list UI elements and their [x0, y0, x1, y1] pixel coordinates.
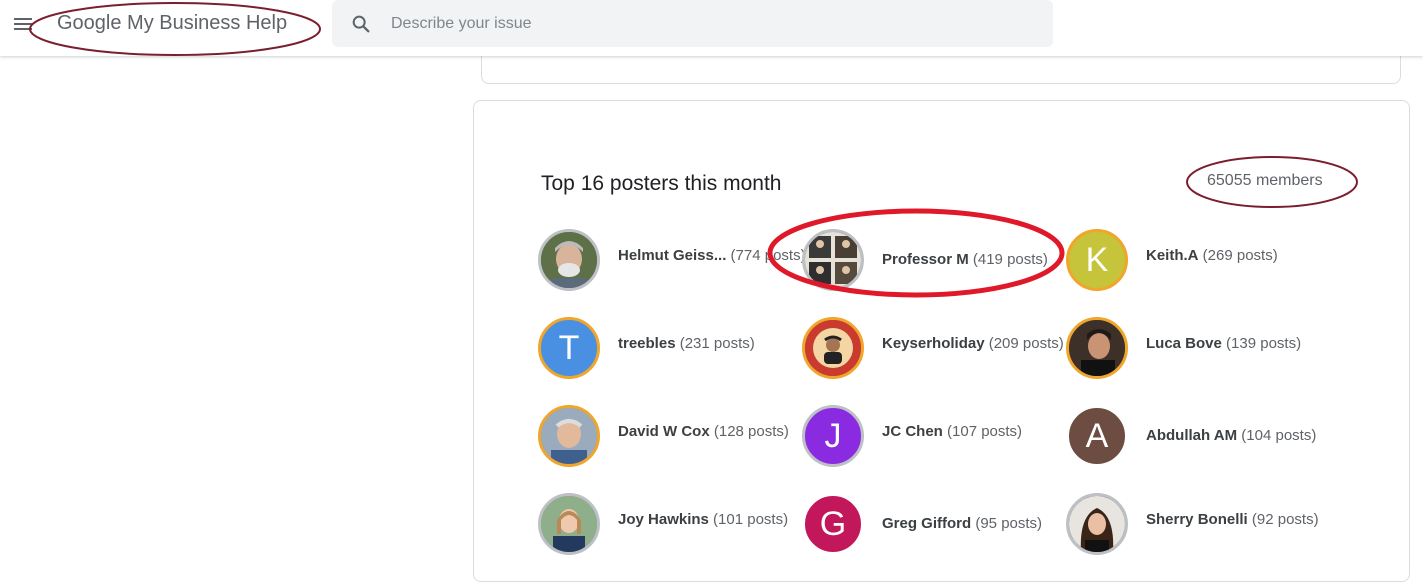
search-input[interactable]: [389, 11, 1033, 37]
poster-name[interactable]: Keith.A: [1146, 247, 1199, 264]
avatar-initial: A: [1085, 416, 1109, 455]
avatar: [538, 229, 600, 291]
poster-name[interactable]: Professor M: [882, 251, 969, 268]
avatar-initial: G: [819, 504, 847, 543]
hamburger-menu-icon[interactable]: [14, 15, 36, 35]
search-bar[interactable]: [332, 0, 1053, 47]
poster-post-count: (139 posts): [1226, 335, 1302, 352]
app-title[interactable]: Google My Business Help: [57, 12, 287, 35]
avatar: [1066, 317, 1128, 379]
poster-post-count: (209 posts): [988, 335, 1064, 352]
avatar: [802, 229, 864, 291]
avatar: [1066, 493, 1128, 555]
avatar: K: [1066, 229, 1128, 291]
poster-name[interactable]: Luca Bove: [1146, 335, 1222, 352]
poster-post-count: (231 posts): [679, 335, 755, 352]
poster-post-count: (104 posts): [1241, 427, 1317, 444]
poster-post-count: (107 posts): [947, 423, 1023, 440]
poster-post-count: (128 posts): [713, 423, 789, 440]
poster-post-count: (269 posts): [1202, 247, 1278, 264]
poster-name[interactable]: treebles: [618, 335, 676, 352]
top-posters-title: Top 16 posters this month: [541, 172, 782, 195]
poster-name[interactable]: Greg Gifford: [882, 515, 971, 532]
poster-item[interactable]: Professor M (419 posts): [802, 229, 1052, 291]
search-icon[interactable]: [350, 13, 372, 35]
top-app-bar: Google My Business Help: [0, 0, 1423, 56]
poster-name[interactable]: David W Cox: [618, 423, 710, 440]
avatar: J: [802, 405, 864, 467]
avatar: A: [1066, 405, 1128, 467]
avatar: T: [538, 317, 600, 379]
poster-name[interactable]: Helmut Geiss...: [618, 247, 726, 264]
poster-post-count: (92 posts): [1251, 511, 1319, 528]
poster-name[interactable]: Abdullah AM: [1146, 427, 1237, 444]
poster-name[interactable]: Sherry Bonelli: [1146, 511, 1248, 528]
avatar-initial: J: [824, 416, 842, 455]
poster-post-count: (101 posts): [713, 511, 789, 528]
members-count: 65055 members: [1207, 172, 1323, 189]
poster-name[interactable]: Joy Hawkins: [618, 511, 709, 528]
avatar: [538, 405, 600, 467]
poster-name[interactable]: Keyserholiday: [882, 335, 985, 352]
poster-post-count: (774 posts): [730, 247, 806, 264]
avatar-initial: T: [558, 328, 580, 367]
avatar: G: [802, 493, 864, 555]
poster-name[interactable]: JC Chen: [882, 423, 943, 440]
avatar: [538, 493, 600, 555]
avatar: [802, 317, 864, 379]
poster-post-count: (95 posts): [975, 515, 1043, 532]
avatar-initial: K: [1085, 240, 1109, 279]
poster-post-count: (419 posts): [972, 251, 1048, 268]
